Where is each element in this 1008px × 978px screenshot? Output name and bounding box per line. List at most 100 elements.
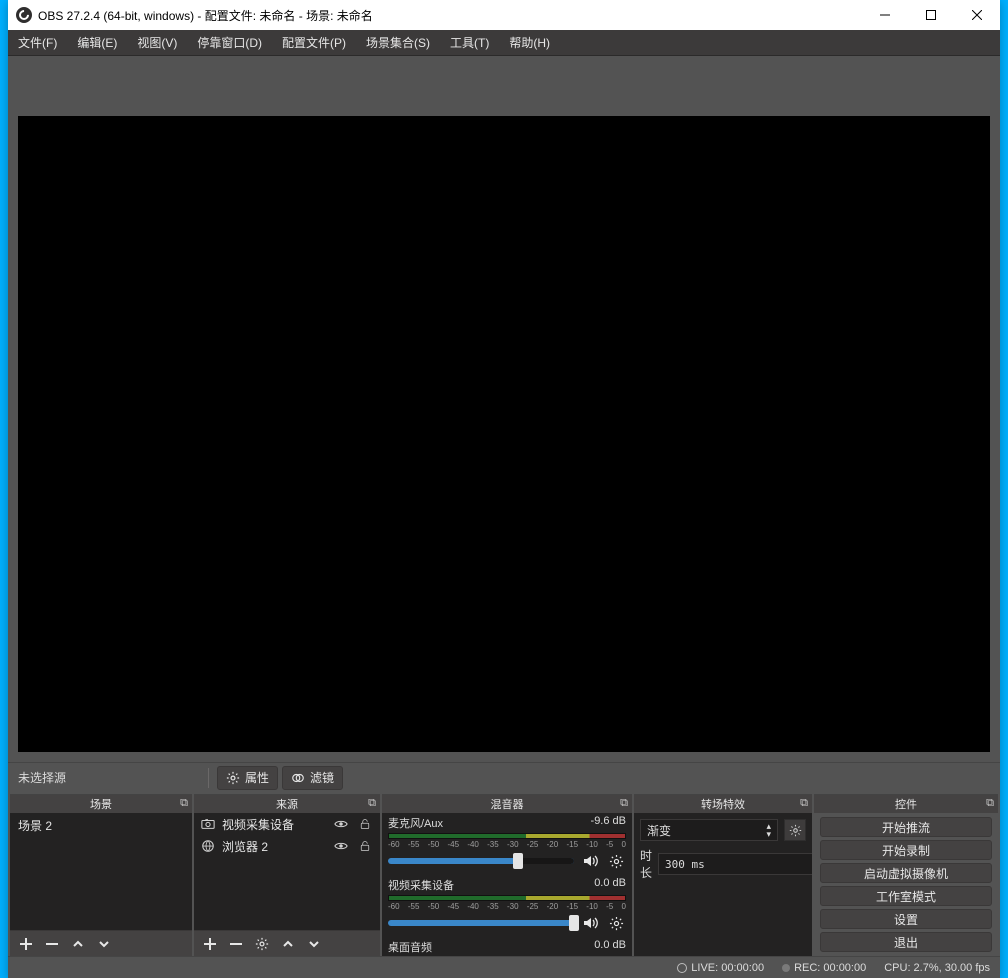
mixer-channel-db: -9.6 dB (591, 815, 626, 831)
menu-dock[interactable]: 停靠窗口(D) (187, 30, 272, 55)
menu-edit[interactable]: 编辑(E) (67, 30, 127, 55)
broadcast-icon (677, 963, 687, 973)
sources-panel: 来源 ⧉ 视频采集设备 浏览器 2 (194, 794, 380, 956)
mixer-list[interactable]: 麦克风/Aux -9.6 dB -60-55-50-45-40-35-30-25… (382, 813, 632, 956)
source-item-label: 浏览器 2 (222, 838, 326, 855)
toolbar-divider (208, 768, 209, 788)
mixer-channel: 麦克风/Aux -9.6 dB -60-55-50-45-40-35-30-25… (382, 813, 632, 875)
control-button-4[interactable]: 设置 (820, 909, 992, 929)
control-button-0[interactable]: 开始推流 (820, 817, 992, 837)
volume-slider[interactable] (388, 858, 574, 864)
minimize-button[interactable] (862, 0, 908, 30)
mixer-title: 混音器 (491, 796, 524, 812)
properties-label: 属性 (245, 769, 269, 786)
mixer-channel-db: 0.0 dB (594, 877, 626, 893)
camera-icon (200, 816, 216, 832)
menu-file[interactable]: 文件(F) (8, 30, 67, 55)
live-status: LIVE: 00:00:00 (677, 962, 764, 974)
scene-item[interactable]: 场景 2 (10, 813, 192, 838)
transitions-body: 渐变 ▴▾ 时长 ▴ ▾ (634, 813, 812, 956)
meter-ticks: -60-55-50-45-40-35-30-25-20-15-10-50 (388, 902, 626, 911)
menu-scenecollection[interactable]: 场景集合(S) (356, 30, 440, 55)
volume-slider[interactable] (388, 920, 574, 926)
scenes-list[interactable]: 场景 2 (10, 813, 192, 930)
filters-button[interactable]: 滤镜 (282, 766, 343, 790)
mixer-channel-db: 0.0 dB (594, 939, 626, 955)
scene-item-label: 场景 2 (18, 817, 52, 834)
menu-tools[interactable]: 工具(T) (440, 30, 499, 55)
lock-toggle[interactable] (356, 837, 374, 855)
sources-header[interactable]: 来源 ⧉ (194, 795, 380, 813)
filters-icon (291, 771, 305, 785)
mixer-header[interactable]: 混音器 ⧉ (382, 795, 632, 813)
preview-area (8, 56, 1000, 762)
controls-header[interactable]: 控件 ⧉ (814, 795, 998, 813)
move-scene-down-button[interactable] (92, 933, 116, 955)
visibility-toggle[interactable] (332, 815, 350, 833)
menu-view[interactable]: 视图(V) (127, 30, 187, 55)
menubar: 文件(F) 编辑(E) 视图(V) 停靠窗口(D) 配置文件(P) 场景集合(S… (8, 30, 1000, 56)
move-scene-up-button[interactable] (66, 933, 90, 955)
add-scene-button[interactable] (14, 933, 38, 955)
no-source-selected-label: 未选择源 (8, 769, 208, 786)
control-button-1[interactable]: 开始录制 (820, 840, 992, 860)
duration-label: 时长 (640, 847, 652, 881)
menu-profile[interactable]: 配置文件(P) (272, 30, 356, 55)
gear-icon (226, 771, 240, 785)
control-button-3[interactable]: 工作室模式 (820, 886, 992, 906)
rec-status: REC: 00:00:00 (782, 962, 866, 974)
statusbar: LIVE: 00:00:00 REC: 00:00:00 CPU: 2.7%, … (8, 956, 1000, 978)
popout-icon[interactable]: ⧉ (986, 797, 994, 810)
add-source-button[interactable] (198, 933, 222, 955)
move-source-up-button[interactable] (276, 933, 300, 955)
source-item[interactable]: 视频采集设备 (194, 813, 380, 835)
speaker-icon[interactable] (580, 913, 600, 933)
preview-canvas[interactable] (18, 116, 990, 752)
channel-settings-icon[interactable] (606, 913, 626, 933)
client-area: 未选择源 属性 滤镜 场景 ⧉ (8, 56, 1000, 978)
popout-icon[interactable]: ⧉ (620, 797, 628, 810)
close-button[interactable] (954, 0, 1000, 30)
maximize-button[interactable] (908, 0, 954, 30)
popout-icon[interactable]: ⧉ (180, 797, 188, 810)
mixer-channel: 视频采集设备 0.0 dB -60-55-50-45-40-35-30-25-2… (382, 875, 632, 937)
scenes-footer (10, 930, 192, 956)
move-source-down-button[interactable] (302, 933, 326, 955)
source-item[interactable]: 浏览器 2 (194, 835, 380, 857)
controls-panel: 控件 ⧉ 开始推流开始录制启动虚拟摄像机工作室模式设置退出 (814, 794, 998, 956)
properties-button[interactable]: 属性 (217, 766, 278, 790)
dock-panels: 场景 ⧉ 场景 2 来源 ⧉ (8, 792, 1000, 956)
sources-title: 来源 (276, 796, 298, 812)
obs-app-icon (16, 7, 32, 23)
audio-meter (388, 833, 626, 839)
scenes-header[interactable]: 场景 ⧉ (10, 795, 192, 813)
visibility-toggle[interactable] (332, 837, 350, 855)
transition-select[interactable]: 渐变 ▴▾ (640, 819, 778, 841)
duration-input[interactable] (658, 853, 812, 875)
sources-footer (194, 930, 380, 956)
audio-meter (388, 895, 626, 901)
control-button-2[interactable]: 启动虚拟摄像机 (820, 863, 992, 883)
transition-settings-button[interactable] (784, 819, 806, 841)
obs-window: OBS 27.2.4 (64-bit, windows) - 配置文件: 未命名… (8, 0, 1000, 978)
mixer-channel-name: 视频采集设备 (388, 877, 454, 893)
sources-list[interactable]: 视频采集设备 浏览器 2 (194, 813, 380, 930)
popout-icon[interactable]: ⧉ (368, 797, 376, 810)
scenes-panel: 场景 ⧉ 场景 2 (10, 794, 192, 956)
popout-icon[interactable]: ⧉ (800, 797, 808, 810)
channel-settings-icon[interactable] (606, 851, 626, 871)
remove-source-button[interactable] (224, 933, 248, 955)
menu-help[interactable]: 帮助(H) (499, 30, 560, 55)
transition-selected: 渐变 (647, 822, 671, 839)
transitions-panel: 转场特效 ⧉ 渐变 ▴▾ 时长 (634, 794, 812, 956)
controls-body: 开始推流开始录制启动虚拟摄像机工作室模式设置退出 (814, 813, 998, 956)
control-button-5[interactable]: 退出 (820, 932, 992, 952)
titlebar[interactable]: OBS 27.2.4 (64-bit, windows) - 配置文件: 未命名… (8, 0, 1000, 30)
source-properties-button[interactable] (250, 933, 274, 955)
lock-toggle[interactable] (356, 815, 374, 833)
speaker-icon[interactable] (580, 851, 600, 871)
remove-scene-button[interactable] (40, 933, 64, 955)
mixer-panel: 混音器 ⧉ 麦克风/Aux -9.6 dB -60-55-50-45-40-35… (382, 794, 632, 956)
transitions-header[interactable]: 转场特效 ⧉ (634, 795, 812, 813)
source-item-label: 视频采集设备 (222, 816, 326, 833)
